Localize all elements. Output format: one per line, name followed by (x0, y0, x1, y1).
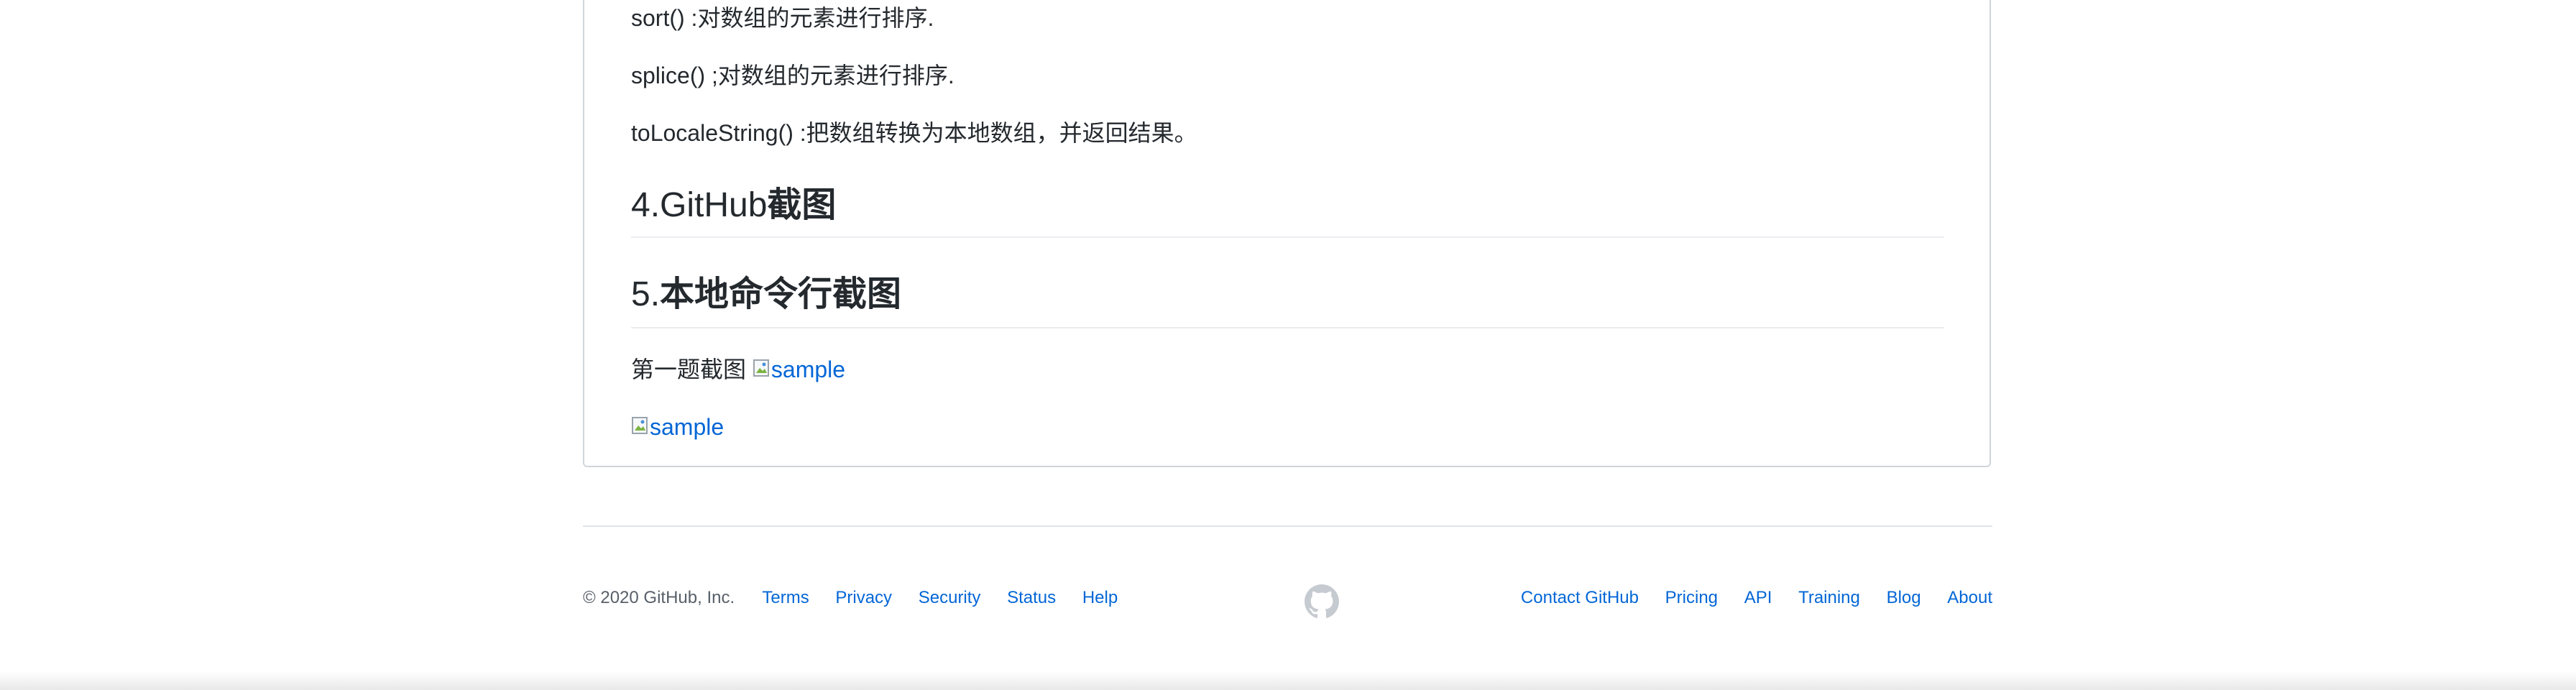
footer-right-links: Contact GitHub Pricing API Training Blog… (1521, 582, 1992, 614)
sample-image-alt-2: sample (650, 414, 724, 440)
footer-link-help[interactable]: Help (1082, 588, 1118, 607)
footer-link-security[interactable]: Security (919, 588, 981, 607)
readme-line-sort: sort() :对数组的元素进行排序. (631, 5, 934, 31)
heading-local-cli-screenshot: 5.本地命令行截图 (631, 273, 901, 316)
broken-image-icon (631, 415, 650, 436)
sample-image-alt-1: sample (770, 356, 846, 382)
footer-link-pricing[interactable]: Pricing (1665, 588, 1718, 607)
footer-copyright: © 2020 GitHub, Inc. (583, 588, 735, 607)
footer-divider (583, 525, 1992, 527)
footer-link-status[interactable]: Status (1007, 588, 1056, 607)
footer-link-blog[interactable]: Blog (1887, 588, 1921, 607)
sample-image-paragraph-2: sample (631, 413, 724, 441)
heading-4-ascii: GitHub (660, 186, 768, 224)
heading-4-cjk: 截图 (767, 186, 837, 224)
footer-link-terms[interactable]: Terms (762, 588, 809, 607)
heading-4-divider (631, 236, 1944, 238)
sample-image-link-2[interactable]: sample (631, 413, 724, 441)
heading-5-number: 5. (631, 275, 661, 313)
q1-label: 第一题截图 (631, 356, 747, 382)
footer-link-training[interactable]: Training (1798, 588, 1860, 607)
heading-5-cjk: 本地命令行截图 (660, 275, 902, 313)
footer-link-privacy[interactable]: Privacy (835, 588, 892, 607)
heading-4-number: 4. (631, 186, 661, 224)
footer-link-contact-github[interactable]: Contact GitHub (1521, 588, 1639, 607)
footer-link-api[interactable]: API (1744, 588, 1772, 607)
broken-image-icon (753, 357, 771, 379)
readme-line-splice: splice() ;对数组的元素进行排序. (631, 63, 954, 88)
sample-image-link-1[interactable]: sample (753, 355, 845, 384)
readme-line-tolocalestring: toLocaleString() :把数组转换为本地数组，并返回结果。 (631, 120, 1197, 146)
footer-link-about[interactable]: About (1947, 588, 1992, 607)
github-mark-icon[interactable] (1305, 584, 1339, 619)
footer-left-links: © 2020 GitHub, Inc. Terms Privacy Securi… (583, 582, 1118, 614)
window-bottom-shadow (0, 671, 2576, 690)
heading-5-divider (631, 327, 1944, 328)
q1-screenshot-paragraph: 第一题截图 sample (631, 355, 845, 384)
page: sort() :对数组的元素进行排序. splice() ;对数组的元素进行排序… (0, 0, 2576, 690)
heading-github-screenshot: 4.GitHub截图 (631, 184, 836, 227)
